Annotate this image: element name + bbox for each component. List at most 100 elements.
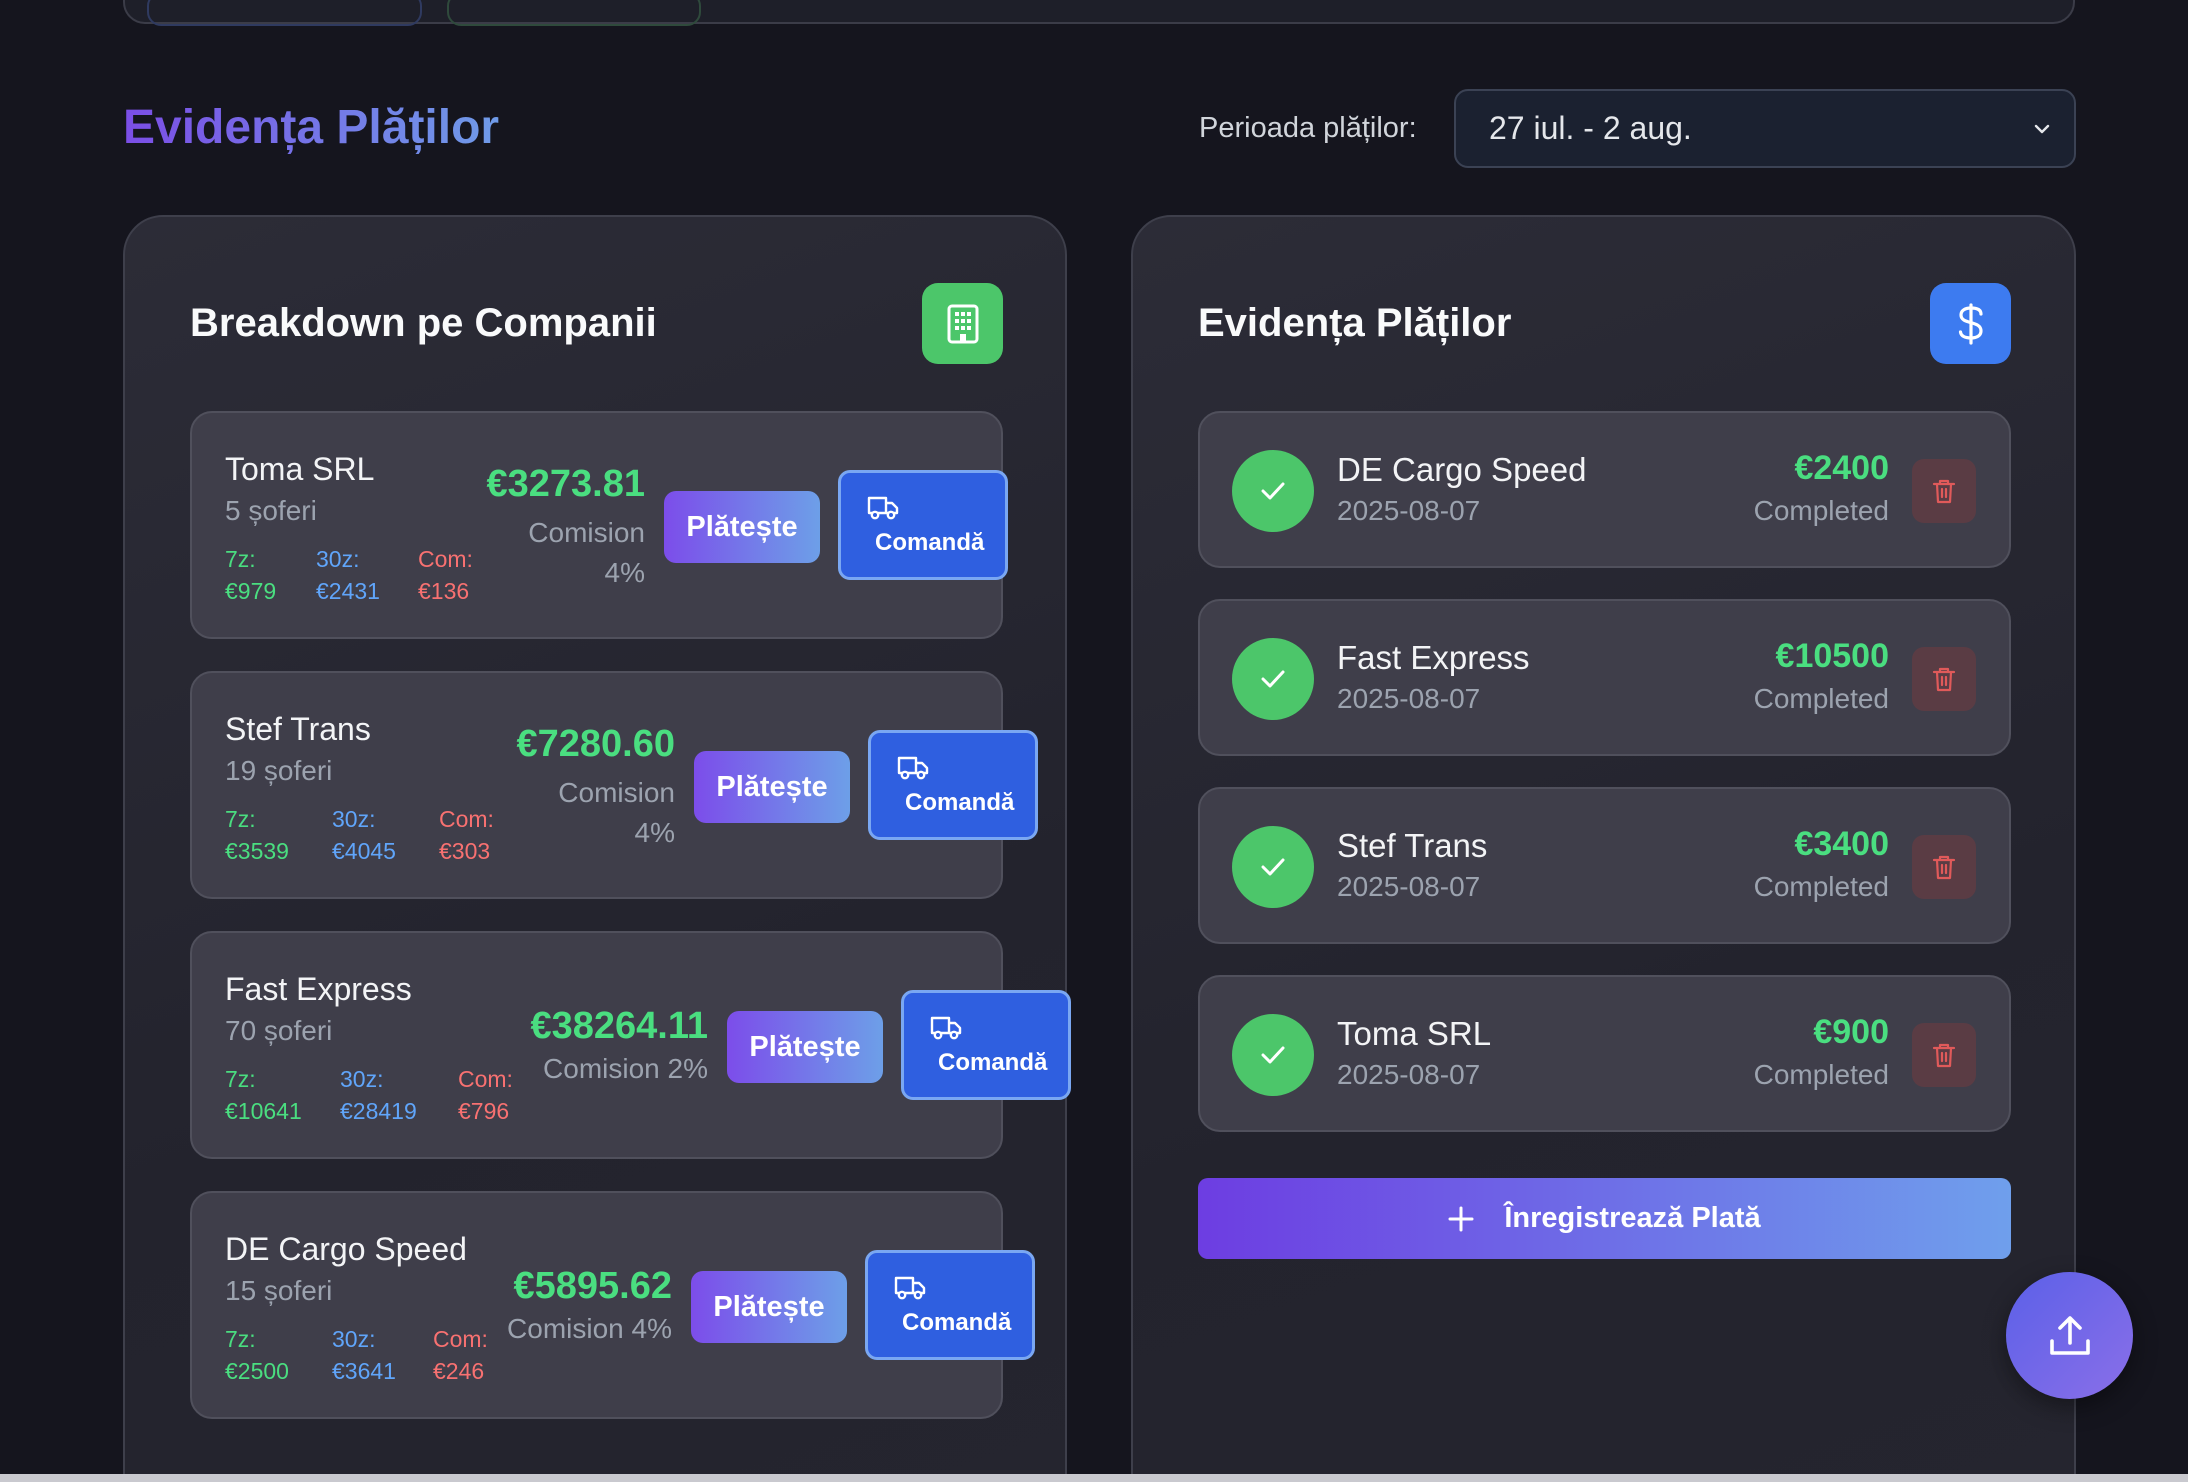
company-drivers: 19 șoferi: [225, 755, 333, 786]
payment-amount: €3400: [1794, 825, 1889, 863]
payment-date: 2025-08-07: [1337, 683, 1481, 714]
pay-button[interactable]: Plătește: [691, 1271, 847, 1343]
company-commission: Comision 2%: [543, 1053, 708, 1084]
payment-amount: €900: [1813, 1013, 1889, 1051]
stat-commission: Com: €136: [418, 546, 473, 604]
pay-button[interactable]: Plătește: [727, 1011, 883, 1083]
payment-date: 2025-08-07: [1337, 871, 1481, 902]
top-pill-1[interactable]: [147, 0, 422, 26]
dollar-icon: [1930, 283, 2011, 364]
top-pill-2[interactable]: [447, 0, 701, 26]
payments-page: Evidența Plăților Perioada plăților: 27 …: [0, 0, 2188, 1482]
pay-button[interactable]: Plătește: [694, 751, 850, 823]
order-button[interactable]: Comandă: [868, 730, 1038, 840]
company-amount: €3273.81: [486, 463, 646, 505]
plus-icon: [1448, 1206, 1474, 1231]
company-drivers: 15 șoferi: [225, 1275, 333, 1306]
payment-company: Toma SRL: [1337, 1015, 1492, 1052]
stat-7d: 7z: €2500: [225, 1326, 289, 1384]
trash-icon: [1932, 667, 1956, 692]
truck-icon: [897, 756, 929, 780]
payment-item: Toma SRL 2025-08-07 €900 Completed: [1198, 975, 2011, 1132]
trash-icon: [1932, 855, 1956, 880]
company-name: Fast Express: [225, 971, 412, 1007]
order-button-label: Comandă: [938, 1049, 1048, 1076]
company-item: Fast Express 70 șoferi 7z: €10641 30z: €28…: [190, 931, 1071, 1159]
delete-button[interactable]: [1912, 835, 1976, 899]
register-payment-button[interactable]: Înregistrează Plată: [1198, 1178, 2011, 1259]
period-select-value: 27 iul. - 2 aug.: [1489, 110, 1692, 146]
payment-item: DE Cargo Speed 2025-08-07 €2400 Complete…: [1198, 411, 2011, 568]
truck-icon: [894, 1276, 926, 1300]
company-drivers: 70 șoferi: [225, 1015, 333, 1046]
period-select[interactable]: 27 iul. - 2 aug.: [1454, 89, 2076, 168]
top-panel: [123, 0, 2075, 26]
truck-icon: [930, 1016, 962, 1040]
payment-status: Completed: [1753, 683, 1889, 714]
check-icon: [1232, 826, 1314, 908]
stat-30d: 30z: €28419: [340, 1066, 417, 1124]
company-name: Stef Trans: [225, 711, 371, 747]
order-button-label: Comandă: [905, 789, 1015, 816]
order-button[interactable]: Comandă: [865, 1250, 1035, 1360]
delete-button[interactable]: [1912, 459, 1976, 523]
delete-button[interactable]: [1912, 1023, 1976, 1087]
period-label: Perioada plăților:: [1199, 112, 1417, 144]
building-icon: [922, 283, 1003, 364]
payment-date: 2025-08-07: [1337, 1059, 1481, 1090]
payment-item: Stef Trans 2025-08-07 €3400 Completed: [1198, 787, 2011, 944]
order-button[interactable]: Comandă: [901, 990, 1071, 1100]
stat-7d: 7z: €10641: [225, 1066, 302, 1124]
stat-30d: 30z: €4045: [332, 806, 396, 864]
register-payment-label: Înregistrează Plată: [1504, 1202, 1761, 1234]
delete-button[interactable]: [1912, 647, 1976, 711]
companies-card-title: Breakdown pe Companii: [190, 301, 657, 345]
company-name: Toma SRL: [225, 451, 375, 487]
company-commission: Comision 4%: [558, 777, 675, 848]
payment-company: Fast Express: [1337, 639, 1530, 676]
stat-30d: 30z: €3641: [332, 1326, 396, 1384]
check-icon: [1232, 450, 1314, 532]
payments-card-title: Evidența Plăților: [1198, 301, 1512, 345]
stat-commission: Com: €246: [433, 1326, 488, 1384]
upload-button[interactable]: [2006, 1272, 2133, 1399]
company-commission: Comision 4%: [507, 1313, 672, 1344]
trash-icon: [1932, 1043, 1956, 1068]
payment-status: Completed: [1753, 871, 1889, 902]
payment-date: 2025-08-07: [1337, 495, 1481, 526]
company-amount: €7280.60: [516, 723, 676, 765]
payment-status: Completed: [1753, 1059, 1889, 1090]
chevron-down-icon: [2034, 124, 2050, 134]
bottom-scrollbar[interactable]: [0, 1474, 2188, 1482]
company-item: Stef Trans 19 șoferi 7z: €3539 30z: €4045 …: [190, 671, 1038, 899]
stat-7d: 7z: €3539: [225, 806, 289, 864]
order-button-label: Comandă: [902, 1309, 1012, 1336]
payment-status: Completed: [1753, 495, 1889, 526]
check-icon: [1232, 1014, 1314, 1096]
stat-30d: 30z: €2431: [316, 546, 380, 604]
company-amount: €5895.62: [513, 1265, 673, 1307]
company-drivers: 5 șoferi: [225, 495, 317, 526]
payment-item: Fast Express 2025-08-07 €10500 Completed: [1198, 599, 2011, 756]
order-button[interactable]: Comandă: [838, 470, 1008, 580]
check-icon: [1232, 638, 1314, 720]
company-item: DE Cargo Speed 15 șoferi 7z: €2500 30z: €3…: [190, 1191, 1035, 1419]
companies-card: Breakdown pe Companii Toma SRL 5 șoferi …: [123, 215, 1071, 1482]
stat-7d: 7z: €979: [225, 546, 277, 604]
pay-button[interactable]: Plătește: [664, 491, 820, 563]
truck-icon: [867, 496, 899, 520]
upload-icon: [2049, 1315, 2090, 1355]
stat-commission: Com: €303: [439, 806, 494, 864]
payment-company: DE Cargo Speed: [1337, 451, 1587, 488]
payments-card: Evidența Plăților DE Cargo Speed 2025-08…: [1131, 215, 2076, 1482]
stat-commission: Com: €796: [458, 1066, 513, 1124]
payment-amount: €10500: [1775, 637, 1889, 675]
order-button-label: Comandă: [875, 529, 985, 556]
payment-amount: €2400: [1794, 449, 1889, 487]
company-amount: €38264.11: [530, 1005, 708, 1047]
trash-icon: [1932, 479, 1956, 504]
payment-company: Stef Trans: [1337, 827, 1488, 864]
company-commission: Comision 4%: [528, 517, 645, 588]
page-title: Evidența Plăților: [123, 101, 500, 154]
company-name: DE Cargo Speed: [225, 1231, 467, 1267]
